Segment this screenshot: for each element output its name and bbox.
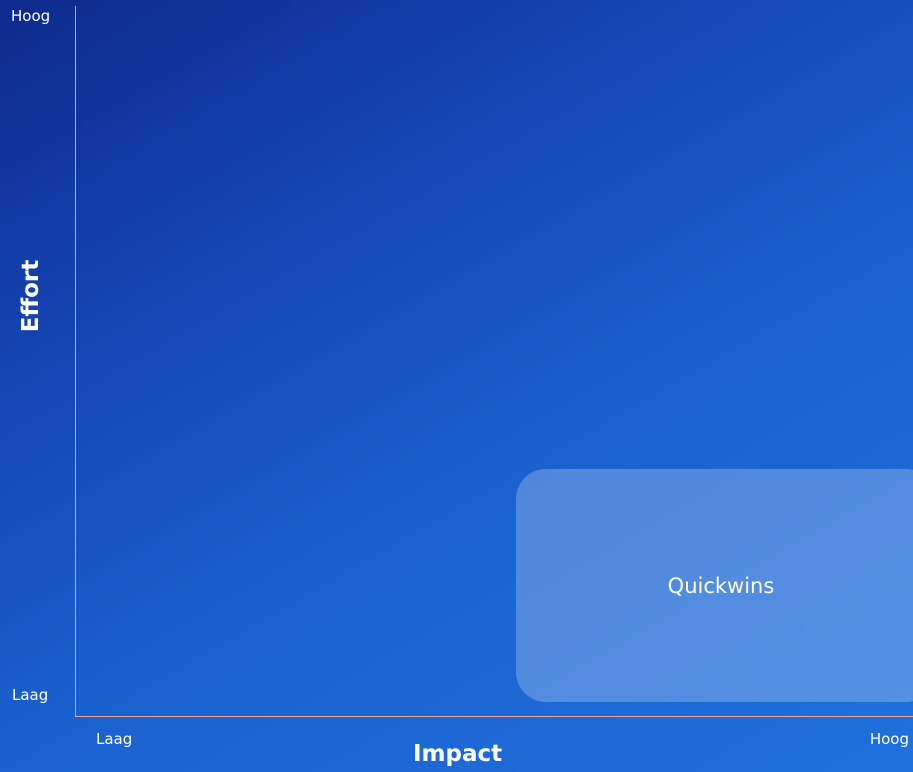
y-axis-low-label: Laag	[12, 686, 49, 704]
y-axis-title: Effort	[18, 259, 44, 333]
x-axis-line	[75, 716, 913, 717]
quickwins-quadrant: Quickwins	[516, 469, 913, 702]
y-axis-high-label: Hoog	[11, 7, 51, 25]
quickwins-label: Quickwins	[667, 573, 775, 598]
x-axis-title: Impact	[413, 741, 503, 767]
y-axis-line	[75, 6, 76, 717]
x-axis-low-label: Laag	[96, 730, 133, 748]
x-axis-high-label: Hoog	[869, 730, 909, 748]
